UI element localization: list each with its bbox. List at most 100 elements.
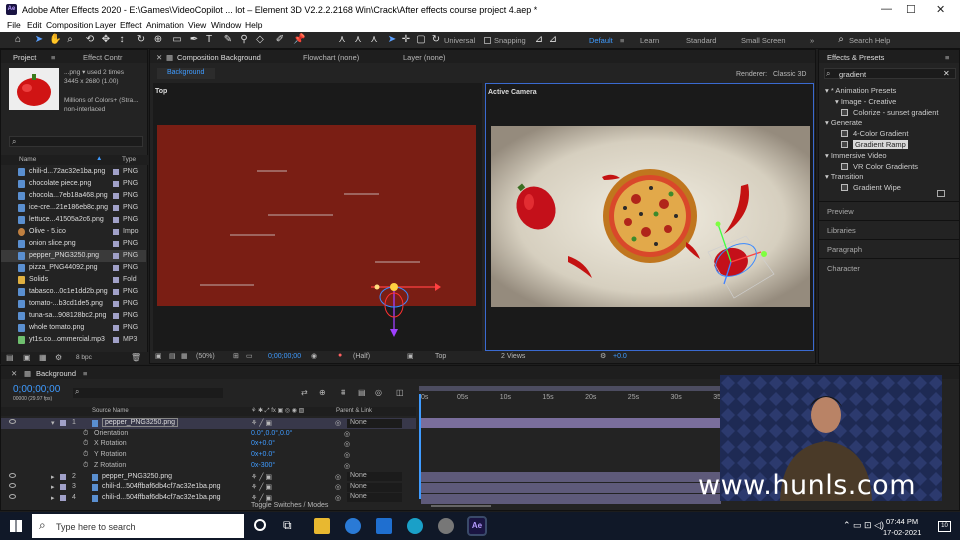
parent-select[interactable]: None <box>347 493 402 503</box>
stopwatch-icon[interactable]: ⏱ <box>83 462 88 470</box>
expand-arrow-icon[interactable]: ▾ <box>51 419 55 427</box>
region-of-interest-icon[interactable]: ▤ <box>169 352 176 360</box>
effects-tree-item[interactable]: ▾ Immersive Video <box>825 151 887 160</box>
menu-help[interactable]: Help <box>245 20 262 30</box>
view-layout-select[interactable]: Top <box>435 353 446 360</box>
workspace-small-screen[interactable]: Small Screen <box>741 36 786 45</box>
label-color[interactable] <box>60 494 66 501</box>
project-search-input[interactable]: ⌕ <box>9 136 143 147</box>
col-source-name[interactable]: Source Name <box>92 408 129 414</box>
visibility-eye-icon[interactable] <box>9 472 16 478</box>
effects-tree-item[interactable]: ▾ Transition <box>825 172 863 181</box>
zoom-select[interactable]: (50%) <box>196 353 215 360</box>
maximize-icon[interactable]: ☐ <box>906 3 916 16</box>
snapshot-icon[interactable]: ◉ <box>311 352 317 360</box>
effects-tree-item[interactable]: Gradient Ramp <box>841 140 908 149</box>
workspace-default[interactable]: Default <box>589 36 613 45</box>
toggle-switches-modes[interactable]: Toggle Switches / Modes <box>251 502 328 509</box>
layer-switches[interactable]: ⚘ ╱ ▣ <box>251 483 272 491</box>
list-item[interactable]: chocola...7eb18a468.png PNG <box>1 190 146 202</box>
draft-3d-icon[interactable]: ⊕ <box>319 388 326 397</box>
hand-tool-icon[interactable]: ✋ <box>49 34 61 46</box>
effects-new-bin-icon[interactable] <box>937 190 945 197</box>
exposure-value[interactable]: +0.0 <box>613 353 627 360</box>
edge-icon[interactable] <box>407 518 423 534</box>
effects-tree-item[interactable]: ▾ * Animation Presets <box>825 86 896 95</box>
selection-tool-icon[interactable]: ➤ <box>33 34 45 46</box>
axis-view-icon[interactable]: ⋏ <box>368 34 380 46</box>
panel-preview[interactable]: Preview <box>819 201 960 219</box>
tab-flowchart[interactable]: Flowchart (none) <box>303 53 359 62</box>
panel-menu-icon[interactable]: ≡ <box>945 53 949 62</box>
eraser-tool-icon[interactable]: ◇ <box>254 34 266 46</box>
dolly-camera-icon[interactable]: ↕ <box>116 34 128 46</box>
viewer-top[interactable]: Top <box>153 83 482 351</box>
universal-label[interactable]: Universal <box>444 36 475 45</box>
workspace-learn[interactable]: Learn <box>640 36 659 45</box>
mask-icon[interactable]: ▭ <box>246 352 253 360</box>
cortana-icon[interactable] <box>254 519 266 531</box>
reset-exposure-icon[interactable]: ⚙ <box>600 352 606 360</box>
list-item[interactable]: lettuce...41505a2c6.png PNG <box>1 214 146 226</box>
project-settings-icon[interactable]: ⚙ <box>55 353 62 362</box>
comp-lock-icon[interactable]: ▦ <box>166 53 173 62</box>
parent-select[interactable]: None <box>347 472 402 481</box>
stopwatch-icon[interactable]: ⏱ <box>83 430 88 438</box>
pickwhip-icon[interactable]: ◎ <box>335 483 341 491</box>
layer-switches[interactable]: ⚘ ╱ ▣ <box>251 473 272 481</box>
label-color[interactable] <box>60 473 66 480</box>
effects-tree-item[interactable]: Gradient Wipe <box>841 183 901 192</box>
parent-select[interactable]: None <box>347 418 402 428</box>
tab-layer[interactable]: Layer (none) <box>403 53 446 62</box>
minimize-icon[interactable]: — <box>881 3 892 15</box>
edge-legacy-icon[interactable] <box>345 518 361 534</box>
select-3d-icon[interactable]: ➤ <box>386 34 398 46</box>
interpret-footage-icon[interactable]: ▤ <box>6 353 14 362</box>
list-item[interactable]: onion slice.png PNG <box>1 238 146 250</box>
list-item[interactable]: tuna-sa...908128bc2.png PNG <box>1 310 146 322</box>
new-folder-icon[interactable]: ▣ <box>23 353 31 362</box>
menu-file[interactable]: File <box>7 20 21 30</box>
tab-composition[interactable]: Composition Background <box>177 53 261 62</box>
move-3d-icon[interactable]: ✛ <box>400 34 412 46</box>
panel-paragraph[interactable]: Paragraph <box>819 239 960 257</box>
label-color[interactable] <box>113 337 119 343</box>
delete-icon[interactable]: 🗑 <box>131 353 141 362</box>
property-value[interactable]: 0x+0.0° <box>251 451 275 458</box>
clone-stamp-icon[interactable]: ⚲ <box>238 34 250 46</box>
type-tool-icon[interactable]: T <box>203 34 215 46</box>
expand-arrow-icon[interactable]: ▸ <box>51 473 55 481</box>
panel-libraries[interactable]: Libraries <box>819 220 960 238</box>
effects-tree-item[interactable]: ▾ Image - Creative <box>835 97 896 106</box>
table-row[interactable]: ▾ 1 pepper_PNG3250.png ⚘ ╱ ▣ ◎ None <box>1 418 416 429</box>
layer-name[interactable]: pepper_PNG3250.png <box>102 473 172 480</box>
property-value[interactable]: 0.0°,0.0°,0.0° <box>251 430 292 437</box>
close-tab-icon[interactable]: ✕ <box>11 369 17 378</box>
table-row[interactable]: ▸ 2 pepper_PNG3250.png ⚘ ╱ ▣ ◎ None <box>1 472 416 483</box>
col-type[interactable]: Type <box>122 156 136 163</box>
panel-menu-icon[interactable]: ≡ <box>83 369 87 378</box>
orbit-camera-icon[interactable]: ⟲ <box>84 34 96 46</box>
timeline-search-input[interactable]: ⌕ <box>73 387 223 398</box>
transparency-icon[interactable]: ▦ <box>181 352 188 360</box>
search-help-input[interactable]: Search Help <box>849 36 890 45</box>
layer-name[interactable]: pepper_PNG3250.png <box>102 418 179 427</box>
menu-effect[interactable]: Effect <box>120 20 142 30</box>
snap-options-icon[interactable]: ⊿ <box>533 34 545 46</box>
effects-tree-item[interactable]: 4-Color Gradient <box>841 129 908 138</box>
pickwhip-icon[interactable]: ◎ <box>344 451 350 459</box>
list-item[interactable]: ice-cre...21e186eb8c.png PNG <box>1 202 146 214</box>
list-item[interactable]: yt1s.co...ommercial.mp3 MP3 <box>1 334 146 346</box>
tab-effects-presets[interactable]: Effects & Presets <box>827 53 884 62</box>
list-item[interactable]: chili-d...72ac32e1ba.png PNG <box>1 166 146 178</box>
layer-bar-4[interactable] <box>421 494 721 504</box>
label-color[interactable] <box>113 313 119 319</box>
motion-blur-icon[interactable]: ◎ <box>375 388 382 397</box>
show-channel-icon[interactable]: ● <box>338 352 342 359</box>
after-effects-taskbar-icon[interactable]: Ae <box>467 516 487 536</box>
tab-effect-controls[interactable]: Effect Contr <box>83 53 122 62</box>
brush-tool-icon[interactable]: ✎ <box>222 34 234 46</box>
pickwhip-icon[interactable]: ◎ <box>344 430 350 438</box>
layer-name[interactable]: chili-d...504ffbaf6db4cf7ac32e1ba.png <box>102 494 221 501</box>
layer-bar-1[interactable] <box>421 418 721 428</box>
